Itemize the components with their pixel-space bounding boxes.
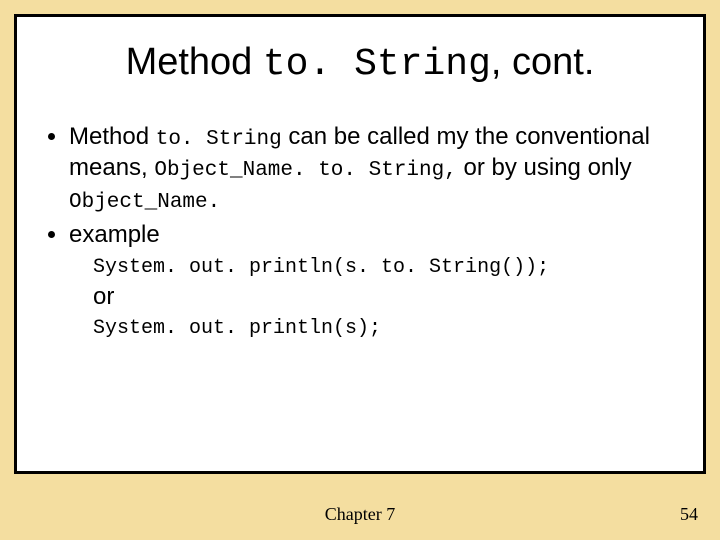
content-panel: Method to. String, cont. Method to. Stri… [14, 14, 706, 474]
bullet-list: Method to. String can be called my the c… [47, 122, 673, 250]
code-line-2: System. out. println(s); [93, 317, 673, 340]
bullet-1: Method to. String can be called my the c… [69, 122, 673, 216]
slide-title: Method to. String, cont. [47, 41, 673, 86]
title-pre: Method [126, 41, 263, 83]
b1p1: to. String [156, 128, 282, 151]
footer-chapter: Chapter 7 [0, 504, 720, 525]
footer-page-number: 54 [680, 504, 698, 525]
b1p3: Object_Name. to. String, [154, 159, 456, 182]
title-post: , cont. [491, 41, 595, 83]
slide: Method to. String, cont. Method to. Stri… [0, 0, 720, 540]
or-text: or [93, 283, 673, 311]
b1p0: Method [69, 123, 156, 150]
footer: Chapter 7 54 [0, 504, 720, 528]
code-line-1: System. out. println(s. to. String()); [93, 256, 673, 279]
b1p4: or by using only [457, 154, 632, 181]
b2p0: example [69, 221, 160, 248]
bullet-2: example [69, 220, 673, 250]
b1p5: Object_Name. [69, 191, 220, 214]
title-code: to. String [263, 43, 491, 86]
